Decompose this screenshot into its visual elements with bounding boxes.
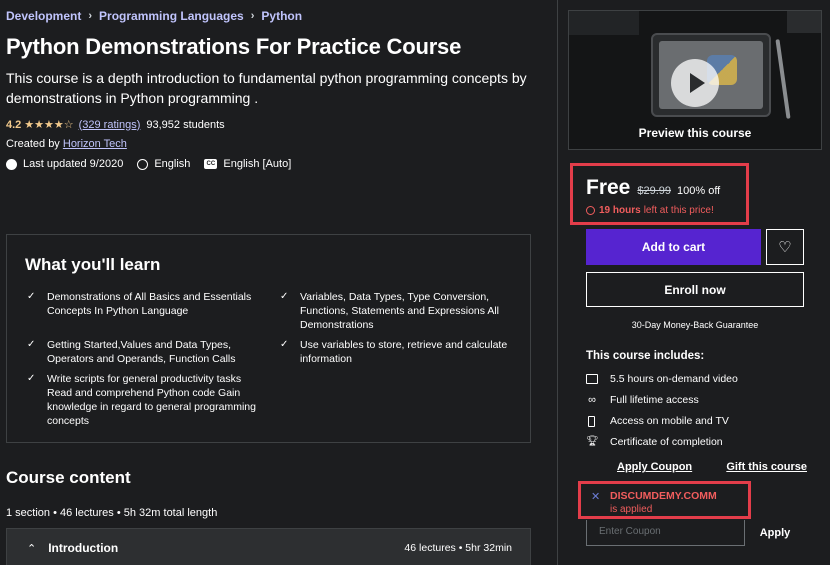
- learn-item: ✓ Variables, Data Types, Type Conversion…: [278, 290, 515, 332]
- language: English: [137, 158, 190, 170]
- learn-item-text: Getting Started,Values and Data Types, O…: [47, 339, 236, 365]
- learn-item: ✓ Getting Started,Values and Data Types,…: [25, 338, 262, 366]
- breadcrumb: Development › Programming Languages › Py…: [6, 9, 302, 23]
- play-icon[interactable]: [671, 59, 719, 107]
- check-icon: ✓: [27, 373, 36, 384]
- include-text: Full lifetime access: [610, 394, 699, 406]
- include-text: 5.5 hours on-demand video: [610, 373, 738, 385]
- chevron-up-icon: ⌃: [27, 542, 37, 555]
- course-subtitle: This course is a depth introduction to f…: [6, 70, 527, 106]
- check-icon: ✓: [280, 339, 289, 350]
- learn-title: What you'll learn: [25, 255, 161, 274]
- learn-item: ✓ Demonstrations of All Basics and Essen…: [25, 290, 262, 318]
- coupon-code: DISCUMDEMY.COMM: [610, 490, 717, 502]
- applied-coupon-highlight: ✕ DISCUMDEMY.COMM is applied: [578, 481, 751, 519]
- breadcrumb-python[interactable]: Python: [261, 9, 302, 23]
- include-item-lifetime: ∞ Full lifetime access: [586, 394, 699, 406]
- learn-item-text: Use variables to store, retrieve and cal…: [300, 339, 508, 365]
- timer-suffix: left at this price!: [643, 205, 714, 216]
- coupon-input[interactable]: Enter Coupon: [586, 520, 745, 546]
- star-rating-icon: ★★★★☆: [24, 119, 74, 131]
- include-text: Access on mobile and TV: [610, 415, 729, 427]
- include-item-mobile: Access on mobile and TV: [586, 415, 729, 427]
- globe-icon: [137, 158, 149, 170]
- price-highlight: Free $29.99 100% off 19 hours left at th…: [570, 163, 749, 225]
- course-title: Python Demonstrations For Practice Cours…: [6, 34, 462, 59]
- learn-item: ✓ Write scripts for general productivity…: [25, 372, 262, 428]
- coupon-links: Apply Coupon Gift this course: [617, 461, 807, 473]
- chevron-right-icon: ›: [88, 10, 93, 22]
- include-item-video: 5.5 hours on-demand video: [586, 373, 738, 385]
- trophy-icon: 🏆︎: [586, 436, 599, 447]
- course-content-title: Course content: [6, 468, 131, 487]
- rating-row: 4.2 ★★★★☆ (329 ratings) 93,952 students: [6, 118, 225, 132]
- course-meta: Last updated 9/2020 English CC English […: [6, 158, 305, 170]
- apply-coupon-button[interactable]: Apply: [745, 520, 805, 546]
- discount-percent: 100% off: [677, 185, 721, 197]
- keyboard-graphic: [569, 11, 639, 35]
- video-icon: [586, 374, 598, 384]
- captions: CC English [Auto]: [204, 158, 291, 170]
- purchase-sidebar: Preview this course Free $29.99 100% off…: [557, 0, 830, 565]
- stylus-graphic: [775, 39, 791, 119]
- breadcrumb-programming-languages[interactable]: Programming Languages: [99, 9, 244, 23]
- mobile-icon: [588, 415, 595, 427]
- price-timer: 19 hours left at this price!: [586, 205, 714, 216]
- update-badge-icon: [6, 158, 17, 170]
- students-count: 93,952 students: [146, 118, 225, 131]
- includes-title: This course includes:: [586, 350, 705, 362]
- wishlist-heart-icon[interactable]: ♡: [766, 229, 804, 265]
- instructor-link[interactable]: Horizon Tech: [63, 138, 127, 150]
- language-text: English: [154, 158, 191, 170]
- current-price: Free: [586, 176, 631, 199]
- timer-hours: 19 hours: [599, 205, 641, 216]
- learn-item: ✓ Use variables to store, retrieve and c…: [278, 338, 515, 366]
- closed-captions-icon: CC: [204, 159, 218, 169]
- check-icon: ✓: [27, 291, 36, 302]
- check-icon: ✓: [280, 291, 289, 302]
- include-item-certificate: 🏆︎ Certificate of completion: [586, 436, 723, 448]
- chevron-right-icon: ›: [250, 10, 255, 22]
- course-content-stats: 1 section • 46 lectures • 5h 32m total l…: [6, 507, 218, 519]
- coupon-status: is applied: [610, 504, 653, 515]
- learn-item-text: Demonstrations of All Basics and Essenti…: [47, 291, 252, 317]
- learn-item-text: Variables, Data Types, Type Conversion, …: [300, 291, 500, 331]
- add-to-cart-button[interactable]: Add to cart: [586, 229, 761, 265]
- section-info: 46 lectures • 5hr 32min: [404, 542, 512, 554]
- include-text: Certificate of completion: [610, 436, 723, 448]
- last-updated: Last updated 9/2020: [6, 158, 123, 170]
- price-line: Free $29.99 100% off: [586, 176, 720, 200]
- learn-item-text: Write scripts for general productivity t…: [47, 373, 256, 427]
- original-price: $29.99: [637, 185, 672, 197]
- money-back-guarantee: 30-Day Money-Back Guarantee: [631, 320, 759, 330]
- gift-course-link[interactable]: Gift this course: [726, 461, 807, 473]
- last-updated-text: Last updated 9/2020: [23, 158, 124, 170]
- preview-label: Preview this course: [638, 126, 752, 140]
- course-preview[interactable]: Preview this course: [568, 10, 822, 150]
- created-by-label: Created by: [6, 138, 60, 150]
- rating-value: 4.2: [6, 118, 22, 131]
- ratings-count-link[interactable]: (329 ratings): [79, 119, 141, 131]
- phone-graphic: [787, 11, 821, 33]
- section-row-introduction[interactable]: ⌃ Introduction 46 lectures • 5hr 32min: [6, 528, 531, 565]
- alarm-clock-icon: [586, 206, 595, 215]
- breadcrumb-development[interactable]: Development: [6, 9, 81, 23]
- section-name: Introduction: [48, 541, 119, 555]
- captions-text: English [Auto]: [223, 158, 292, 170]
- remove-coupon-close-icon[interactable]: ✕: [591, 490, 600, 503]
- infinity-icon: ∞: [588, 394, 596, 406]
- what-youll-learn: What you'll learn ✓ Demonstrations of Al…: [6, 234, 531, 443]
- enroll-now-button[interactable]: Enroll now: [586, 272, 804, 307]
- apply-coupon-link[interactable]: Apply Coupon: [617, 461, 692, 473]
- created-by: Created by Horizon Tech: [6, 138, 127, 150]
- check-icon: ✓: [27, 339, 36, 350]
